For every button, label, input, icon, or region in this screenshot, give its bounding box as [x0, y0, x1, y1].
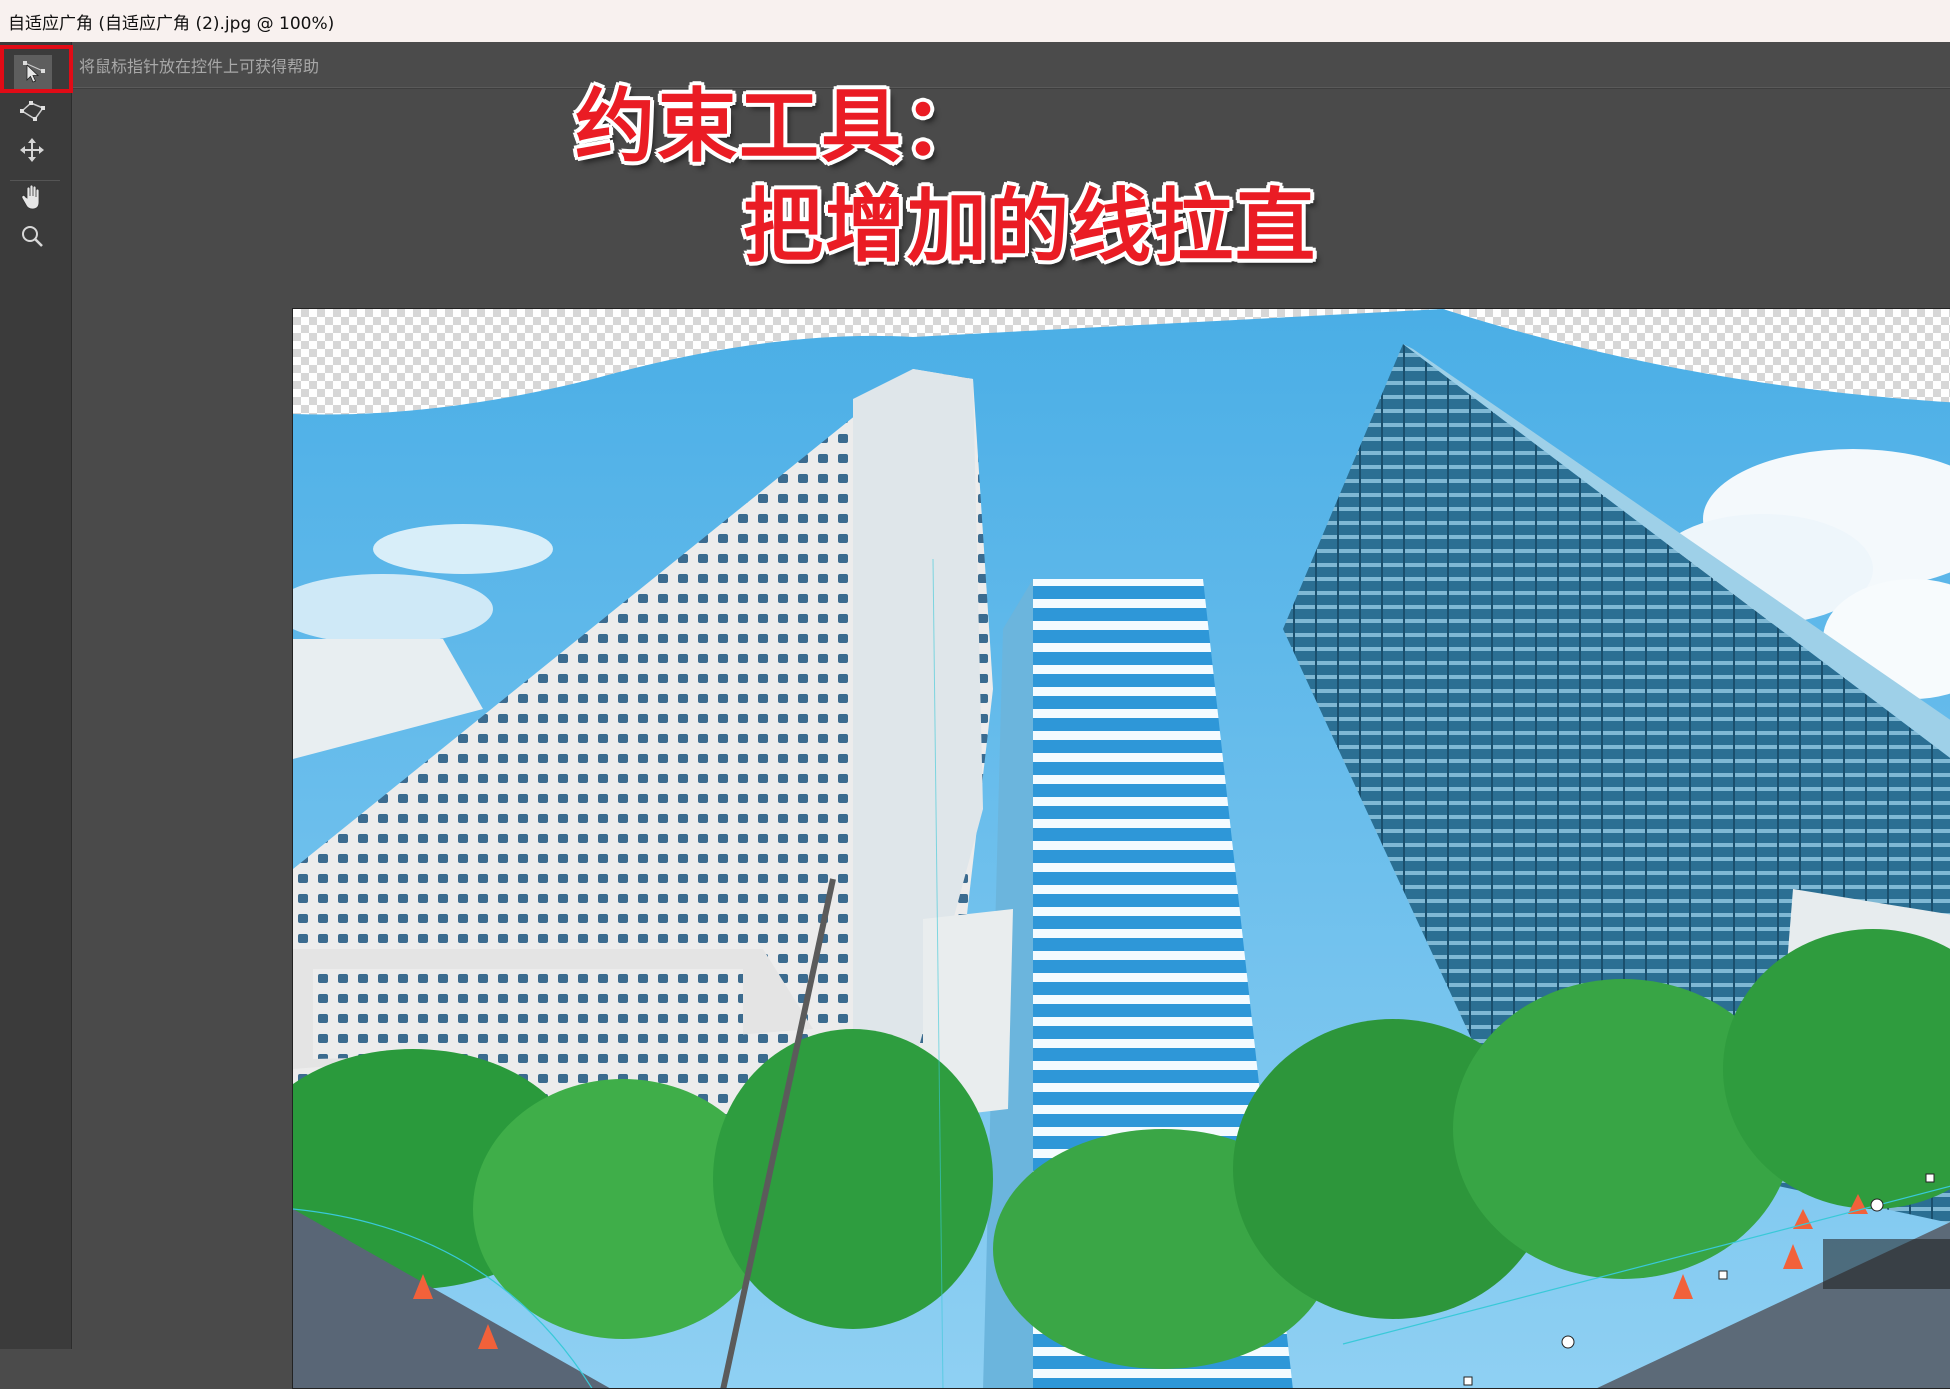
move-tool-button[interactable] [14, 134, 50, 166]
hand-tool-button[interactable] [14, 182, 50, 214]
active-tool-highlight [0, 45, 73, 93]
annotation-straighten-lines: 把增加的线拉直 [743, 180, 1317, 273]
move-arrows-icon [19, 137, 45, 163]
magnifier-icon [19, 223, 45, 249]
annotation-constraint-tool: 约束工具： [575, 80, 985, 173]
polygon-constraint-icon [17, 100, 47, 122]
zoom-tool-button[interactable] [14, 220, 50, 252]
help-hint-text: 将鼠标指针放在控件上可获得帮助 [79, 56, 320, 76]
window-titlebar: 自适应广角 (自适应广角 (2).jpg @ 100%) [0, 0, 1950, 42]
toolbar-divider [10, 180, 60, 181]
image-canvas[interactable] [292, 308, 1950, 1389]
tools-panel [0, 42, 72, 1349]
hand-icon [19, 184, 45, 212]
corrected-photo [293, 309, 1950, 1388]
window-title: 自适应广角 (自适应广角 (2).jpg @ 100%) [8, 13, 335, 34]
polygon-constraint-tool-button[interactable] [14, 95, 50, 127]
options-bar: 将鼠标指针放在控件上可获得帮助 [73, 42, 1950, 88]
